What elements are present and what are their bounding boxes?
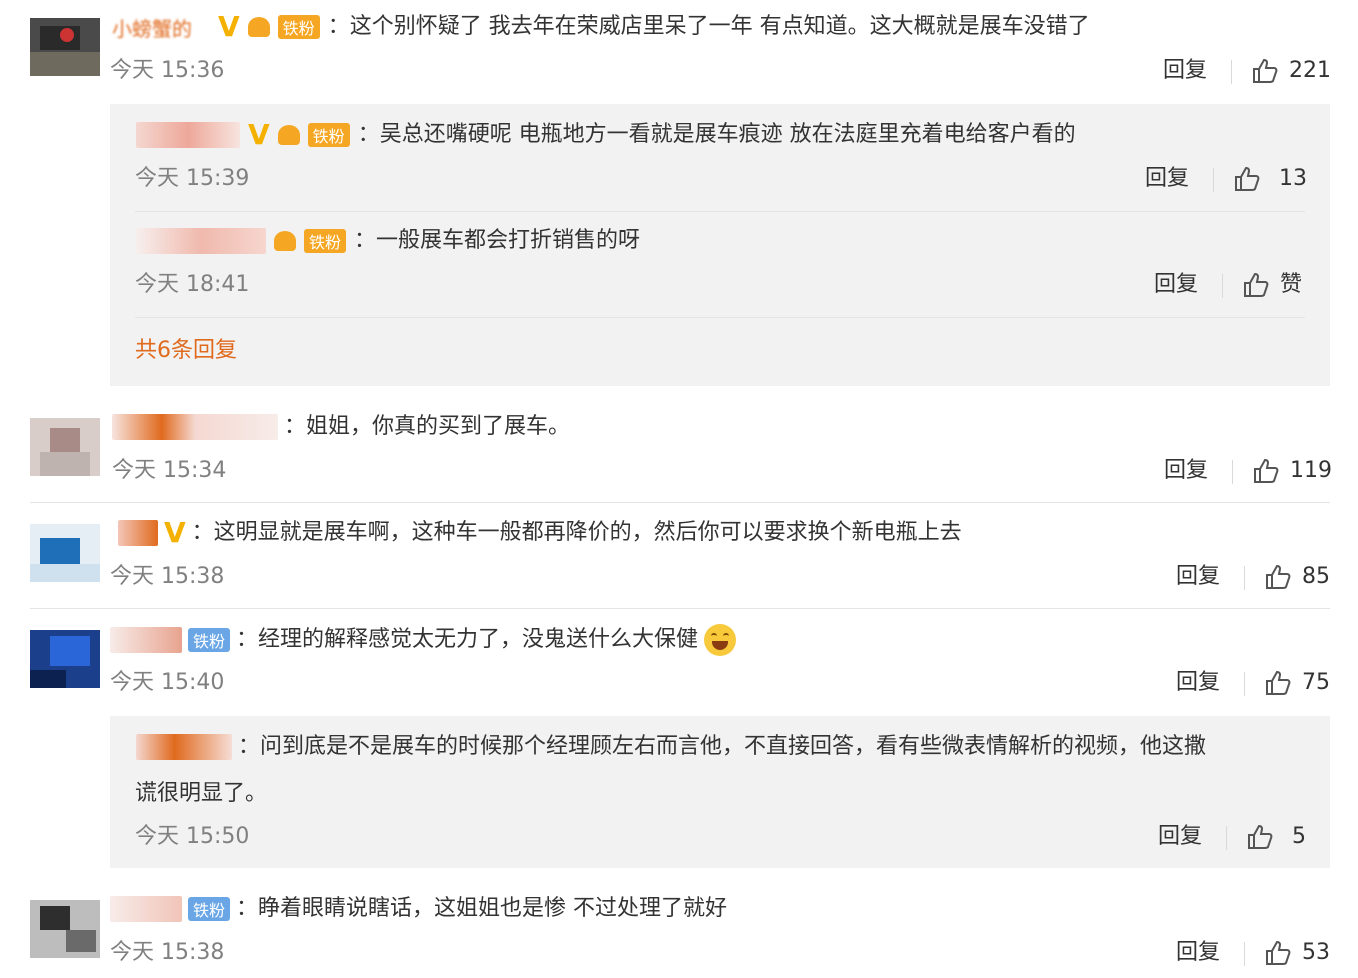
thread-divider: [135, 211, 1305, 212]
thumbs-up-icon: [1266, 940, 1291, 965]
comment-text: ：睁着眼睛说瞎话，这姐姐也是惨 不过处理了就好: [236, 896, 728, 921]
avatar[interactable]: [30, 630, 100, 688]
divider: [1226, 826, 1227, 850]
divider: [1231, 60, 1232, 84]
username-blurred[interactable]: [118, 520, 158, 546]
laugh-tears-emoji: [704, 624, 737, 656]
comment-text: ：经理的解释感觉太无力了，没鬼送什么大保健: [236, 627, 699, 652]
divider: [1244, 672, 1245, 696]
fan-crown-icon: [277, 125, 300, 145]
comment-time: 今天 15:34: [112, 458, 227, 483]
comment-header: 铁粉 ：睁着眼睛说瞎话，这姐姐也是惨 不过处理了就好: [110, 894, 727, 924]
avatar[interactable]: [30, 418, 100, 476]
reply-text-continued: 谎很明显了。: [135, 781, 268, 806]
fan-badge[interactable]: 铁粉: [304, 229, 347, 253]
like-button[interactable]: 5: [1246, 822, 1306, 852]
reply-button[interactable]: 回复: [1176, 668, 1220, 698]
thumbs-up-icon: [1254, 458, 1279, 483]
reply-time: 今天 18:41: [135, 272, 250, 297]
comment-header: V ：这明显就是展车啊，这种车一般都再降价的，然后你可以要求换个新电瓶上去: [118, 518, 962, 548]
comment-header: ：姐姐，你真的买到了展车。: [112, 412, 570, 442]
thumbs-up-icon: [1266, 564, 1291, 589]
fan-crown-icon: [247, 17, 270, 37]
reply-button[interactable]: 回复: [1154, 270, 1198, 300]
comment-time: 今天 15:38: [110, 940, 225, 965]
comment-text: ：这个别怀疑了 我去年在荣威店里呆了一年 有点知道。这大概就是展车没错了: [327, 14, 1090, 39]
reply-button[interactable]: 回复: [1158, 822, 1202, 852]
thumbs-up-icon: [1266, 670, 1291, 695]
reply-text: ：吴总还嘴硬呢 电瓶地方一看就是展车痕迹 放在法庭里充着电给客户看的: [357, 122, 1076, 147]
like-count: 5: [1292, 824, 1306, 849]
vip-v-icon: V: [218, 10, 240, 43]
comment-time: 今天 15:40: [110, 670, 225, 695]
vip-v-icon: V: [164, 516, 186, 549]
like-button[interactable]: 75: [1264, 668, 1330, 698]
divider: [1232, 460, 1233, 484]
thumbs-up-icon: [1235, 166, 1260, 191]
like-button[interactable]: 119: [1252, 456, 1332, 486]
comment-divider: [30, 608, 1330, 609]
comment-text: ：姐姐，你真的买到了展车。: [284, 414, 571, 439]
fan-badge[interactable]: 铁粉: [188, 628, 231, 652]
reply-time: 今天 15:50: [135, 824, 250, 849]
thumbs-up-icon: [1244, 272, 1269, 297]
comment-header: 小螃蟹的 V 铁粉 ：这个别怀疑了 我去年在荣威店里呆了一年 有点知道。这大概就…: [112, 12, 1090, 42]
like-count: 221: [1289, 58, 1331, 83]
reply-header: ：问到底是不是展车的时候那个经理顾左右而言他，不直接回答，看有些微表情解析的视频…: [136, 732, 1206, 762]
fan-badge[interactable]: 铁粉: [277, 15, 320, 39]
like-count: 53: [1302, 940, 1330, 965]
username-blurred[interactable]: [136, 734, 232, 760]
fan-crown-icon: [274, 231, 296, 251]
username-blurred[interactable]: [112, 414, 278, 440]
avatar[interactable]: [30, 18, 100, 76]
comment-time: 今天 15:36: [110, 58, 225, 83]
like-button[interactable]: 85: [1264, 562, 1330, 592]
vip-v-icon: V: [248, 118, 270, 151]
divider: [1213, 168, 1214, 192]
avatar[interactable]: [30, 524, 100, 582]
thumbs-up-icon: [1253, 58, 1278, 83]
comment-time: 今天 15:38: [110, 564, 225, 589]
reply-text: ：一般展车都会打折销售的呀: [354, 228, 641, 253]
like-button[interactable]: 53: [1264, 938, 1330, 968]
reply-header: 铁粉 ：一般展车都会打折销售的呀: [136, 226, 640, 256]
more-replies-link[interactable]: 共6条回复: [135, 336, 237, 366]
like-button[interactable]: 13: [1233, 164, 1307, 194]
comment-divider: [30, 502, 1330, 503]
like-label: 赞: [1280, 272, 1303, 297]
fan-badge[interactable]: 铁粉: [307, 123, 350, 147]
like-count: 75: [1302, 670, 1330, 695]
reply-button[interactable]: 回复: [1164, 456, 1208, 486]
like-count: 85: [1302, 564, 1330, 589]
divider: [1244, 942, 1245, 966]
like-count: 13: [1279, 166, 1307, 191]
like-button[interactable]: 赞: [1242, 270, 1302, 300]
divider: [1222, 274, 1223, 298]
reply-button[interactable]: 回复: [1176, 938, 1220, 968]
username-blurred[interactable]: [110, 896, 182, 922]
fan-badge[interactable]: 铁粉: [188, 897, 231, 921]
thread-divider: [135, 317, 1305, 318]
reply-button[interactable]: 回复: [1163, 56, 1207, 86]
comment-text: ：这明显就是展车啊，这种车一般都再降价的，然后你可以要求换个新电瓶上去: [191, 520, 962, 545]
divider: [1244, 566, 1245, 590]
reply-button[interactable]: 回复: [1145, 164, 1189, 194]
reply-time: 今天 15:39: [135, 166, 250, 191]
username-blurred[interactable]: [136, 122, 240, 148]
comment-header: 铁粉 ：经理的解释感觉太无力了，没鬼送什么大保健: [110, 624, 737, 656]
avatar[interactable]: [30, 900, 100, 958]
like-count: 119: [1290, 458, 1332, 483]
thumbs-up-icon: [1248, 824, 1273, 849]
like-button[interactable]: 221: [1251, 56, 1331, 86]
reply-text: ：问到底是不是展车的时候那个经理顾左右而言他，不直接回答，看有些微表情解析的视频…: [238, 734, 1207, 759]
username-blurred[interactable]: [110, 627, 182, 653]
username-blurred[interactable]: [136, 228, 266, 254]
reply-button[interactable]: 回复: [1176, 562, 1220, 592]
reply-header: V 铁粉 ：吴总还嘴硬呢 电瓶地方一看就是展车痕迹 放在法庭里充着电给客户看的: [136, 120, 1076, 150]
username[interactable]: 小螃蟹的: [112, 13, 192, 42]
